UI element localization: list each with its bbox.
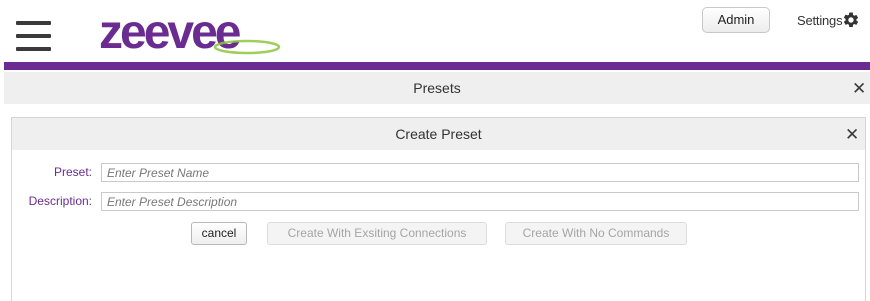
hamburger-line bbox=[16, 34, 51, 38]
settings-button[interactable]: Settings bbox=[797, 10, 860, 30]
presets-panel-header: Presets ✕ bbox=[4, 72, 870, 104]
zeevee-logo: zeevee bbox=[99, 8, 281, 58]
preset-name-input[interactable] bbox=[101, 163, 859, 182]
hamburger-line bbox=[16, 47, 51, 51]
hamburger-menu-icon[interactable] bbox=[16, 21, 51, 53]
app-header: zeevee Admin Settings bbox=[0, 0, 870, 62]
hamburger-line bbox=[16, 21, 51, 25]
dialog-header: Create Preset ✕ bbox=[12, 118, 865, 150]
settings-label: Settings bbox=[797, 12, 843, 28]
admin-button[interactable]: Admin bbox=[702, 7, 770, 33]
preset-label: Preset: bbox=[53, 165, 92, 179]
preset-description-input[interactable] bbox=[101, 192, 859, 211]
presets-title: Presets bbox=[413, 80, 461, 96]
cancel-button[interactable]: cancel bbox=[191, 222, 247, 245]
presets-close-icon[interactable]: ✕ bbox=[852, 80, 866, 97]
create-preset-dialog: Create Preset ✕ Preset: Description: can… bbox=[11, 117, 866, 301]
dialog-close-icon[interactable]: ✕ bbox=[845, 126, 859, 143]
brand-divider bbox=[4, 62, 870, 70]
create-with-no-commands-button[interactable]: Create With No Commands bbox=[505, 222, 687, 245]
dialog-title: Create Preset bbox=[395, 126, 482, 142]
create-with-existing-connections-button[interactable]: Create With Exsiting Connections bbox=[267, 222, 487, 245]
gear-icon bbox=[844, 12, 859, 27]
description-label: Description: bbox=[28, 194, 92, 208]
